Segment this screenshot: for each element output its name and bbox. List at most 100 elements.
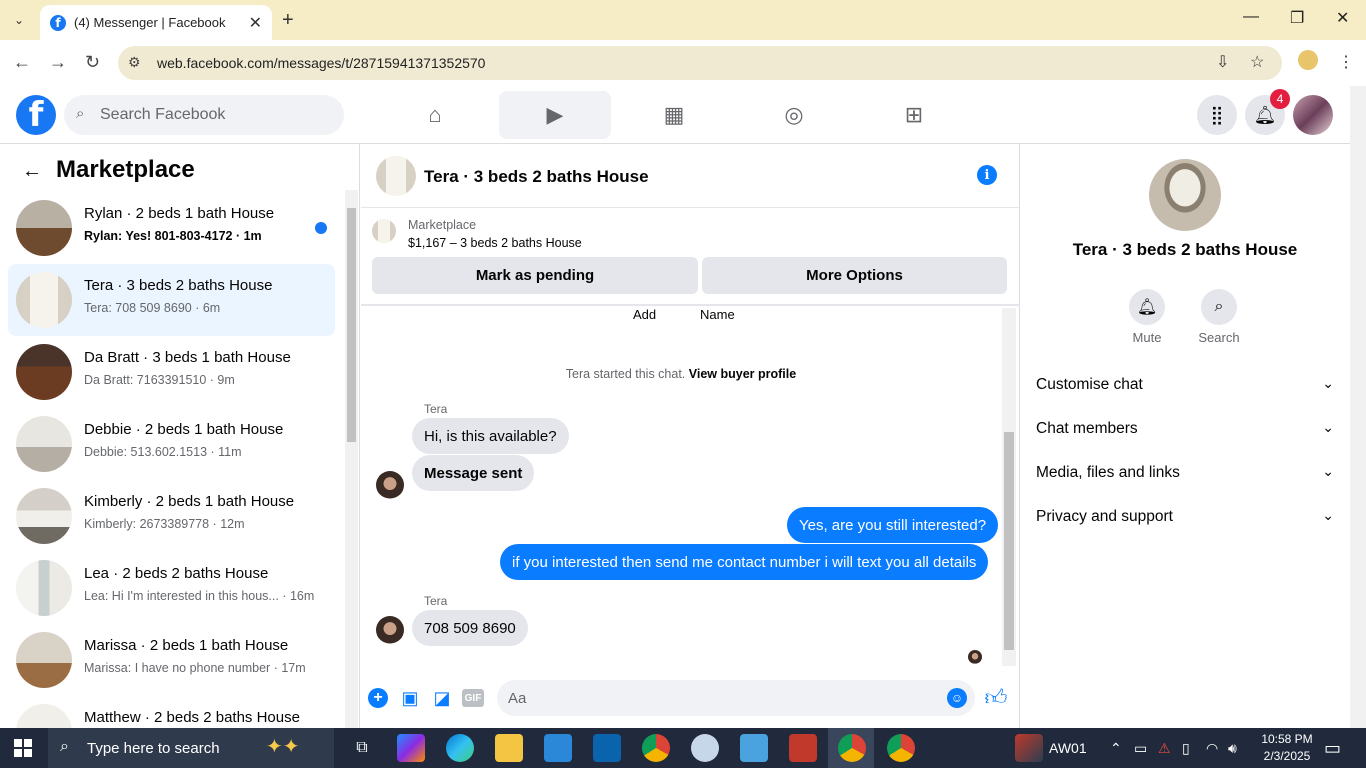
incoming-message[interactable]: Hi, is this available? — [412, 418, 569, 454]
copilot-icon[interactable] — [397, 734, 425, 762]
section-chat-members[interactable]: Chat members ⌄ — [1036, 415, 1336, 445]
chat-scrollbar[interactable] — [1002, 308, 1016, 666]
search-icon[interactable]: ⌕ — [1201, 289, 1237, 325]
chat-title[interactable]: Tera · 3 beds 2 baths House — [424, 167, 649, 187]
facebook-search-input[interactable]: ⌕ Search Facebook — [64, 95, 344, 135]
conversation-item[interactable]: Tera · 3 beds 2 baths House Tera: 708 509… — [8, 264, 335, 336]
profile-icon[interactable] — [1298, 50, 1318, 70]
conversation-item[interactable]: Da Bratt · 3 beds 1 bath House Da Bratt: … — [8, 336, 335, 408]
chrome-icon[interactable] — [887, 734, 915, 762]
gif-icon[interactable]: GIF — [462, 689, 484, 707]
battery-icon[interactable]: ▯ — [1182, 740, 1190, 757]
emoji-icon[interactable]: ☺ — [947, 688, 967, 708]
chat-header-avatar[interactable] — [376, 156, 416, 196]
add-label[interactable]: Add — [633, 307, 656, 322]
groups-nav-icon[interactable]: ◎ — [738, 91, 850, 139]
menu-grid-icon[interactable]: ⣿ — [1197, 95, 1237, 135]
section-privacy-support[interactable]: Privacy and support ⌄ — [1036, 503, 1336, 533]
back-arrow-icon[interactable]: ← — [22, 160, 42, 183]
bell-icon[interactable]: 🔔︎ — [1129, 289, 1165, 325]
recorder-icon[interactable] — [789, 734, 817, 762]
plus-icon[interactable]: + — [367, 687, 389, 709]
mail-icon[interactable] — [593, 734, 621, 762]
conversation-item[interactable]: Kimberly · 2 beds 1 bath House Kimberly: … — [8, 480, 335, 552]
view-buyer-profile-link[interactable]: View buyer profile — [689, 367, 796, 381]
incoming-message[interactable]: 708 509 8690 — [412, 610, 528, 646]
section-media-files-links[interactable]: Media, files and links ⌄ — [1036, 459, 1336, 489]
address-bar[interactable]: ⚙ web.facebook.com/messages/t/2871594137… — [118, 46, 1282, 80]
meet-icon[interactable]: ▭ — [1134, 740, 1147, 757]
store-icon[interactable] — [544, 734, 572, 762]
app-icon[interactable] — [691, 734, 719, 762]
reload-icon[interactable]: ↻ — [85, 52, 100, 73]
section-customise-chat[interactable]: Customise chat ⌄ — [1036, 371, 1336, 401]
mark-as-pending-button[interactable]: Mark as pending — [372, 257, 698, 294]
conversation-item[interactable]: Lea · 2 beds 2 baths House Lea: Hi I'm in… — [8, 552, 335, 624]
wifi-icon[interactable]: ◠ — [1206, 740, 1218, 757]
browser-tab-active[interactable]: f (4) Messenger | Facebook ✕ — [40, 5, 272, 40]
app-icon[interactable] — [740, 734, 768, 762]
network-alert-icon[interactable]: ⚠ — [1158, 740, 1171, 757]
account-avatar[interactable] — [1293, 95, 1333, 135]
mute-button[interactable]: 🔔︎ Mute — [1117, 289, 1177, 345]
info-avatar[interactable] — [1149, 159, 1221, 231]
conversation-item[interactable]: Debbie · 2 beds 1 bath House Debbie: 513.… — [8, 408, 335, 480]
back-icon[interactable]: ← — [13, 52, 31, 73]
restore-icon[interactable]: ❐ — [1290, 8, 1304, 28]
sender-avatar[interactable] — [376, 616, 404, 644]
gaming-nav-icon[interactable]: ⊞ — [858, 91, 970, 139]
show-hidden-icons[interactable]: ⌃ — [1110, 740, 1122, 757]
outgoing-message[interactable]: if you interested then send me contact n… — [500, 544, 989, 580]
bookmark-star-icon[interactable]: ☆ — [1250, 52, 1264, 72]
install-app-icon[interactable]: ⇩ — [1216, 52, 1229, 72]
listing-price[interactable]: $1,167 – 3 beds 2 baths House — [408, 236, 582, 250]
outgoing-message[interactable]: Yes, are you still interested? — [787, 507, 999, 543]
scrollbar-thumb[interactable] — [347, 208, 356, 442]
message-input[interactable]: Aa ☺ — [497, 680, 975, 716]
volume-icon[interactable]: 🔊︎ — [1228, 740, 1237, 757]
more-options-button[interactable]: More Options — [702, 257, 1007, 294]
clock-date[interactable]: 2/3/2025 — [1252, 749, 1322, 763]
file-explorer-icon[interactable] — [495, 734, 523, 762]
name-label[interactable]: Name — [700, 307, 735, 322]
close-window-icon[interactable]: ✕ — [1336, 8, 1349, 28]
chrome-icon[interactable] — [838, 734, 866, 762]
thumbs-up-icon[interactable]: 👍︎ — [985, 685, 1008, 710]
conversation-name: Kimberly · 2 beds 1 bath House — [84, 493, 295, 510]
browser-menu-icon[interactable]: ⋮ — [1338, 52, 1354, 72]
forward-icon[interactable]: → — [49, 52, 67, 73]
photo-icon[interactable]: ▣ — [399, 687, 421, 709]
windows-start-icon[interactable] — [14, 739, 32, 757]
home-nav-icon[interactable]: ⌂ — [379, 91, 491, 139]
tab-close-icon[interactable]: ✕ — [249, 13, 262, 33]
tab-search-dropdown-icon[interactable]: ⌄ — [8, 9, 30, 31]
edge-icon[interactable] — [446, 734, 474, 762]
marketplace-nav-icon[interactable]: ▦ — [618, 91, 730, 139]
new-tab-icon[interactable]: + — [282, 9, 294, 32]
stock-chart-icon[interactable] — [1015, 734, 1043, 762]
clock-time[interactable]: 10:58 PM — [1252, 732, 1322, 746]
listing-thumbnail[interactable] — [372, 219, 396, 243]
conversation-item[interactable]: Rylan · 2 beds 1 bath House Rylan: Yes! 8… — [8, 192, 335, 264]
conversation-info-icon[interactable]: i — [977, 165, 997, 185]
facebook-logo-icon[interactable]: f — [16, 95, 56, 135]
chrome-icon[interactable] — [642, 734, 670, 762]
page-scrollbar[interactable] — [1350, 86, 1366, 728]
conversation-scrollbar[interactable] — [345, 190, 358, 728]
stock-label[interactable]: AW01 — [1049, 740, 1087, 756]
incoming-message[interactable]: Message sent — [412, 455, 535, 491]
minimize-icon[interactable]: — — [1243, 8, 1259, 26]
task-view-icon[interactable]: ⧉ — [348, 734, 376, 762]
sticker-icon[interactable]: ◪ — [431, 687, 453, 709]
scrollbar-thumb[interactable] — [1004, 432, 1014, 650]
listing-thumbnail — [16, 560, 72, 616]
sender-name: Tera — [424, 402, 448, 416]
sender-avatar[interactable] — [376, 471, 404, 499]
site-info-icon[interactable]: ⚙ — [128, 54, 141, 71]
conversation-item[interactable]: Marissa · 2 beds 1 bath House Marissa: I … — [8, 624, 335, 696]
search-conversation-button[interactable]: ⌕ Search — [1189, 289, 1249, 345]
video-nav-icon[interactable]: ▶ — [499, 91, 611, 139]
conversation-name: Debbie · 2 beds 1 bath House — [84, 421, 284, 438]
taskbar-search[interactable]: ⌕ Type here to search ✦✦ — [48, 728, 334, 768]
notification-center-icon[interactable]: ▭ — [1324, 738, 1341, 759]
